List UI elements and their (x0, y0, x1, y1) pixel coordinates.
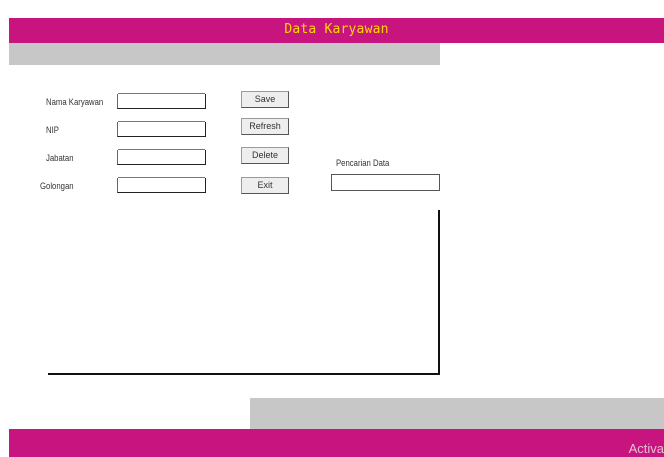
golongan-field[interactable] (117, 177, 206, 193)
data-table[interactable] (48, 210, 440, 375)
top-gray-bar (9, 43, 440, 65)
save-button[interactable]: Save (241, 91, 289, 108)
search-input[interactable] (331, 174, 440, 191)
search-label: Pencarian Data (336, 158, 390, 168)
exit-button[interactable]: Exit (241, 177, 289, 194)
label-jabatan: Jabatan (46, 153, 74, 163)
refresh-button[interactable]: Refresh (241, 118, 289, 135)
delete-button[interactable]: Delete (241, 147, 289, 164)
label-nip: NIP (46, 125, 59, 135)
header-bar: Data Karyawan (9, 18, 664, 43)
footer-bar (9, 429, 664, 457)
nama-karyawan-field[interactable] (117, 93, 206, 109)
label-nama-karyawan: Nama Karyawan (46, 97, 104, 107)
bottom-gray-bar (250, 398, 664, 429)
jabatan-field[interactable] (117, 149, 206, 165)
label-golongan: Golongan (40, 181, 74, 191)
nip-field[interactable] (117, 121, 206, 137)
page-title: Data Karyawan (284, 22, 389, 37)
activation-watermark: Activa (628, 441, 664, 456)
